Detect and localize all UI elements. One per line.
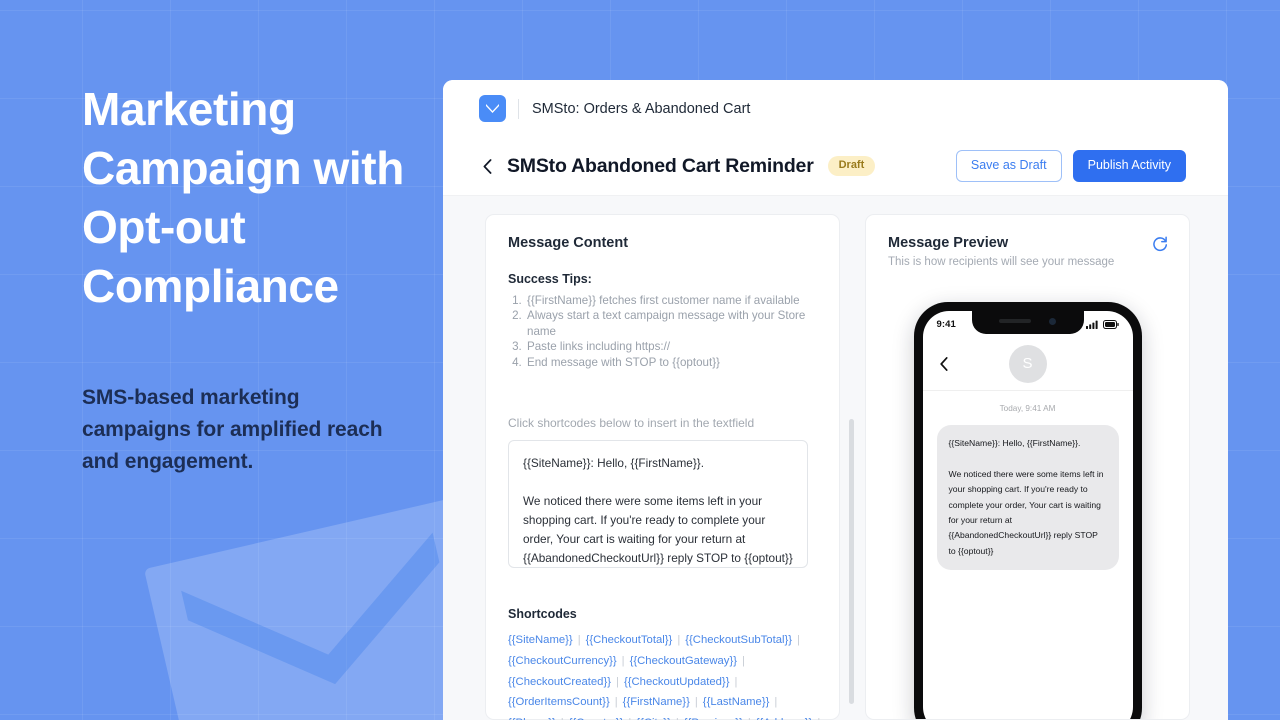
chevron-left-icon[interactable] [479,158,495,174]
envelope-icon [479,95,506,122]
shortcode-chip[interactable]: {{CheckoutGateway}} [630,655,737,667]
status-time: 9:41 [936,318,956,330]
shortcode-chip[interactable]: {{CheckoutTotal}} [586,634,673,646]
shortcode-separator: | [577,634,581,647]
envelope-glyph [486,104,499,113]
success-tip-item: Paste links including https:// [525,339,817,354]
app-window: SMSto: Orders & Abandoned Cart SMSto Aba… [443,80,1228,720]
success-tip-item: Always start a text campaign message wit… [525,308,817,339]
shortcode-separator: | [677,634,681,647]
message-textarea[interactable] [508,440,808,569]
shortcode-separator: | [614,696,618,709]
notch-speaker-icon [999,319,1031,323]
message-preview-column: Message Preview This is how recipients w… [865,214,1228,720]
chevron-left-glyph [483,158,491,174]
status-indicators [1085,319,1119,329]
page-header: SMSto Abandoned Cart Reminder Draft Save… [443,137,1228,196]
app-name: SMSto: Orders & Abandoned Cart [532,100,751,117]
shortcode-hint: Click shortcodes below to insert in the … [508,416,755,431]
battery-icon [1102,319,1119,329]
hero-text-block: Marketing Campaign with Opt-out Complian… [82,80,412,478]
success-tips-label: Success Tips: [508,272,592,286]
shortcodes-label: Shortcodes [508,607,577,622]
chat-timestamp: Today, 9:41 AM [999,404,1056,413]
refresh-icon[interactable] [1151,235,1169,253]
chat-message-bubble: {{SiteName}}: Hello, {{FirstName}}. We n… [936,425,1119,571]
avatar: S [1008,344,1047,383]
scrollbar[interactable] [840,214,865,720]
phone-chat-body: Today, 9:41 AM {{SiteName}}: Hello, {{Fi… [923,391,1133,571]
success-tips-list: {{FirstName}} fetches first customer nam… [525,293,817,370]
signal-bars-icon [1085,320,1098,329]
phone-mockup: 9:41 S Today, 9:41 AM {{SiteName}}: Hell… [913,302,1142,719]
phone-chat-header: S [922,337,1133,391]
shortcode-separator: | [616,675,619,688]
shortcode-chip[interactable]: {{LastName}} [703,696,770,708]
shortcode-separator: | [742,654,745,667]
shortcode-chip[interactable]: {{CheckoutCreated}} [508,676,611,688]
scrollbar-thumb[interactable] [849,419,854,704]
message-preview-title: Message Preview [888,235,1009,251]
hero-subtitle: SMS-based marketing campaigns for amplif… [82,386,383,473]
shortcode-chip[interactable]: {{CheckoutUpdated}} [624,676,730,688]
shortcode-separator: | [694,696,698,709]
app-topbar: SMSto: Orders & Abandoned Cart [443,80,1228,137]
page-title: SMSto Abandoned Cart Reminder [507,154,814,177]
shortcode-separator: | [797,634,800,647]
save-as-draft-button[interactable]: Save as Draft [955,150,1062,182]
shortcode-separator: | [621,654,625,667]
shortcode-chip[interactable]: {{CheckoutSubTotal}} [685,634,792,646]
shortcodes-list: {{SiteName}} | {{CheckoutTotal}} | {{Checkou… [508,630,826,720]
shortcode-chip[interactable]: {{FirstName}} [623,696,690,708]
shortcode-chip[interactable]: {{CheckoutCurrency}} [508,655,617,667]
phone-notch [971,311,1084,334]
status-badge: Draft [827,156,876,176]
message-content-column: Message Content Success Tips: {{FirstNam… [443,214,840,720]
success-tip-item: End message with STOP to {{optout}} [525,355,817,370]
shortcode-chip[interactable]: {{OrderItemsCount}} [508,696,610,708]
phone-screen: 9:41 S Today, 9:41 AM {{SiteName}}: Hell… [922,311,1133,719]
message-content-card: Message Content Success Tips: {{FirstNam… [485,214,840,720]
message-preview-subtitle: This is how recipients will see your mes… [888,256,1115,268]
shortcode-separator: | [734,675,738,688]
shortcode-chip[interactable]: {{SiteName}} [508,634,573,646]
shortcode-separator: | [774,696,778,709]
message-content-title: Message Content [508,235,629,251]
topbar-divider [518,98,519,119]
message-preview-card: Message Preview This is how recipients w… [865,214,1190,720]
chevron-left-icon[interactable] [937,356,951,371]
notch-camera-icon [1049,317,1056,325]
hero-title: Marketing Campaign with Opt-out Complian… [82,83,404,312]
publish-activity-button[interactable]: Publish Activity [1072,150,1186,182]
app-body: Message Content Success Tips: {{FirstNam… [443,196,1228,720]
success-tip-item: {{FirstName}} fetches first customer nam… [525,293,817,308]
